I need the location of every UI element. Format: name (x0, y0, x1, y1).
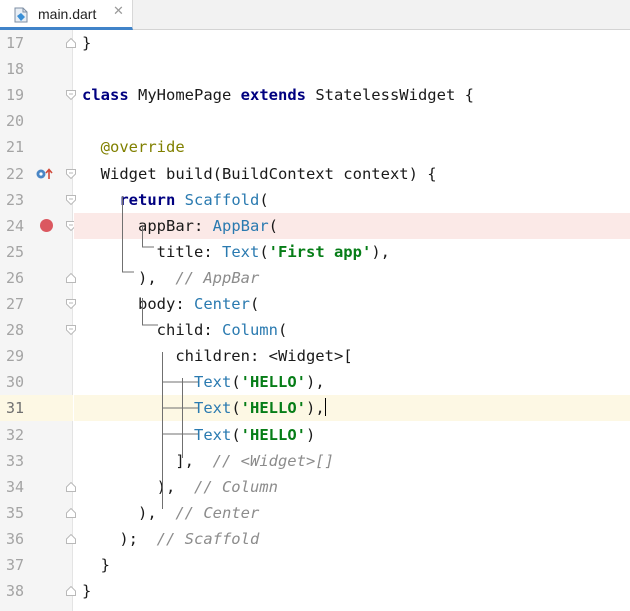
line-number: 21 (6, 138, 25, 156)
code-text: Widget build(BuildContext context) { (82, 165, 437, 183)
line-gutter[interactable]: 38 (0, 578, 76, 604)
line-number: 35 (6, 504, 25, 522)
code-text: ), // Column (82, 478, 278, 496)
code-line[interactable]: 35 ), // Center (0, 500, 630, 526)
code-line[interactable]: 36 ); // Scaffold (0, 526, 630, 552)
code-line[interactable]: 18 (0, 56, 630, 82)
code-text: } (82, 556, 110, 574)
code-text: Text('HELLO') (193, 426, 316, 444)
line-number: 27 (6, 295, 25, 313)
code-line[interactable]: 32 Text('HELLO') (0, 422, 630, 448)
line-number: 20 (6, 112, 25, 130)
line-gutter[interactable]: 22 (0, 161, 76, 187)
code-text: title: Text('First app'), (82, 243, 390, 261)
line-gutter[interactable]: 17 (0, 30, 76, 56)
line-number: 22 (6, 165, 25, 183)
overrides-method-icon[interactable] (36, 167, 54, 181)
code-line[interactable]: 21 @override (0, 134, 630, 160)
line-gutter[interactable]: 28 (0, 317, 76, 343)
line-gutter[interactable]: 27 (0, 291, 76, 317)
line-number: 37 (6, 556, 25, 574)
line-gutter[interactable]: 18 (0, 56, 73, 82)
line-gutter[interactable]: 23 (0, 187, 76, 213)
code-line[interactable]: 25 title: Text('First app'), (0, 239, 630, 265)
code-text: return Scaffold( (119, 191, 269, 209)
code-text: child: Column( (82, 321, 288, 339)
line-gutter[interactable]: 33 (0, 448, 73, 474)
line-number: 29 (6, 347, 25, 365)
code-line[interactable]: 17} (0, 30, 630, 56)
line-number: 31 (6, 399, 25, 417)
line-number: 30 (6, 373, 25, 391)
code-line[interactable]: 22 Widget build(BuildContext context) { (0, 161, 630, 187)
code-text: } (82, 582, 92, 600)
code-text: body: Center( (82, 295, 260, 313)
line-gutter[interactable]: 19 (0, 82, 76, 108)
code-text: ], // <Widget>[] (82, 452, 334, 470)
line-gutter[interactable]: 34 (0, 474, 76, 500)
line-gutter[interactable]: 26 (0, 265, 76, 291)
editor-tab-bar: main.dart ✕ (0, 0, 630, 30)
code-line[interactable]: 38} (0, 578, 630, 604)
code-line[interactable]: 31 Text('HELLO'), (0, 395, 630, 421)
line-number: 25 (6, 243, 25, 261)
line-gutter[interactable]: 21 (0, 134, 73, 160)
line-number: 32 (6, 426, 25, 444)
code-line[interactable]: 29 children: <Widget>[ (0, 343, 630, 369)
line-gutter[interactable]: 29 (0, 343, 73, 369)
code-text: Text('HELLO'), (193, 373, 325, 391)
line-number: 36 (6, 530, 25, 548)
breakpoint-icon[interactable] (40, 219, 53, 232)
line-gutter[interactable]: 37 (0, 552, 73, 578)
code-text: children: <Widget>[ (82, 347, 353, 365)
code-line[interactable]: 24 appBar: AppBar( (0, 213, 630, 239)
line-gutter[interactable]: 36 (0, 526, 76, 552)
tab-label: main.dart (38, 6, 97, 22)
code-line[interactable]: 20 (0, 108, 630, 134)
line-gutter[interactable]: 30 (0, 369, 73, 395)
code-text: } (82, 34, 92, 52)
dart-file-icon (14, 7, 28, 23)
line-number: 28 (6, 321, 25, 339)
code-text: class MyHomePage extends StatelessWidget… (82, 86, 474, 104)
code-line[interactable]: 33 ], // <Widget>[] (0, 448, 630, 474)
code-line[interactable]: 23 return Scaffold( (0, 187, 630, 213)
line-gutter[interactable]: 32 (0, 422, 73, 448)
line-gutter[interactable]: 24 (0, 213, 76, 239)
line-gutter[interactable]: 25 (0, 239, 73, 265)
line-number: 23 (6, 191, 25, 209)
code-text: Text('HELLO'), (193, 398, 326, 417)
code-line[interactable]: 19 class MyHomePage extends StatelessWidg… (0, 82, 630, 108)
line-number: 34 (6, 478, 25, 496)
line-number: 26 (6, 269, 25, 287)
line-gutter[interactable]: 35 (0, 500, 76, 526)
line-number: 17 (6, 34, 25, 52)
code-text: ), // AppBar (82, 269, 260, 287)
code-line[interactable]: 26 ), // AppBar (0, 265, 630, 291)
code-editor[interactable]: 17} 18 19 class MyHomePage extends Stateles… (0, 30, 630, 611)
code-line[interactable]: 37 } (0, 552, 630, 578)
line-number: 24 (6, 217, 25, 235)
code-line[interactable]: 34 ), // Column (0, 474, 630, 500)
code-text: appBar: AppBar( (82, 217, 278, 235)
line-gutter[interactable]: 20 (0, 108, 73, 134)
line-number: 18 (6, 60, 25, 78)
code-text: ), // Center (82, 504, 260, 522)
line-number: 19 (6, 86, 25, 104)
line-number: 38 (6, 582, 25, 600)
text-caret (324, 398, 326, 416)
close-icon[interactable]: ✕ (113, 4, 124, 19)
line-gutter[interactable]: 31 (0, 395, 73, 421)
line-number: 33 (6, 452, 25, 470)
code-text: @override (100, 138, 185, 156)
code-line[interactable]: 30 Text('HELLO'), (0, 369, 630, 395)
code-line[interactable]: 27 body: Center( (0, 291, 630, 317)
tab-main-dart[interactable]: main.dart ✕ (0, 0, 133, 30)
code-text: ); // Scaffold (82, 530, 260, 548)
code-line[interactable]: 28 child: Column( (0, 317, 630, 343)
